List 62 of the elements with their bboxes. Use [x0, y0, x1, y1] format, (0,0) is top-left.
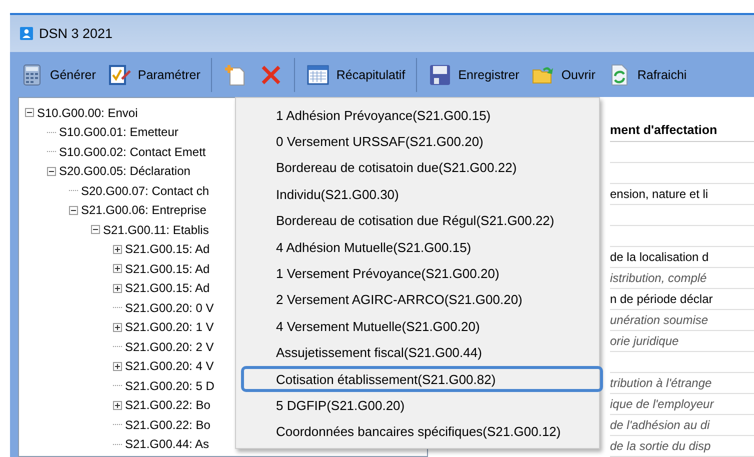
toolbar-button[interactable]: Récapitulatif: [302, 60, 410, 88]
table-cell: de la localisation d: [610, 247, 754, 268]
table-cell: n de période déclar: [610, 289, 754, 310]
collapse-icon[interactable]: [47, 166, 56, 176]
checklist-pen-icon: [108, 62, 132, 86]
toolbar-button[interactable]: Générer: [16, 60, 100, 88]
tree-item[interactable]: S20.G00.07: Contact ch: [81, 184, 210, 198]
expand-icon[interactable]: [113, 362, 122, 371]
menu-item[interactable]: Bordereau de cotisation due Régul(S21.G00.22): [236, 208, 599, 234]
menu-item[interactable]: 1 Adhésion Prévoyance(S21.G00.15): [236, 102, 599, 128]
menu-item[interactable]: 0 Versement URSSAF(S21.G00.20): [236, 128, 599, 155]
app-icon: [20, 27, 33, 40]
collapse-icon[interactable]: [25, 108, 34, 118]
tree-item[interactable]: S21.G00.20: 5 D: [125, 378, 214, 393]
table-cell: unération soumise: [610, 310, 754, 331]
tree-item[interactable]: S20.G00.05: Déclaration: [59, 164, 190, 178]
menu-item[interactable]: 4 Versement Mutuelle(S21.G00.20): [236, 313, 599, 340]
table-cell: orie juridique: [610, 331, 754, 352]
tree-item[interactable]: S21.G00.22: Bo: [125, 418, 210, 432]
menu-item[interactable]: 1 Versement Prévoyance(S21.G00.20): [236, 260, 599, 287]
toolbar-button[interactable]: Paramétrer: [104, 60, 204, 88]
menu-item[interactable]: 5 DGFIP(S21.G00.20): [236, 392, 599, 419]
table-cell: ique de l'employeur: [610, 394, 754, 415]
menu-item[interactable]: 2 Versement AGIRC-ARRCO(S21.G00.20): [236, 286, 599, 314]
menu-item[interactable]: Individu(S21.G00.30): [236, 181, 599, 208]
table-cell: istribution, complé: [610, 268, 754, 289]
tree-item[interactable]: S21.G00.20: 0 V: [125, 300, 214, 315]
tree-item[interactable]: S21.G00.11: Etablis: [103, 222, 209, 237]
column-header: ment d'affectation: [610, 119, 754, 142]
menu-item[interactable]: Cotisation établissement(S21.G00.82): [241, 366, 603, 392]
tree-item[interactable]: S21.G00.22: Bo: [125, 398, 210, 412]
tree-item[interactable]: S21.G00.06: Entreprise: [81, 203, 206, 218]
tree-item[interactable]: S21.G00.20: 4 V: [125, 359, 214, 374]
menu-item[interactable]: Assujetissement fiscal(S21.G00.44): [236, 340, 599, 366]
toolbar-button[interactable]: Ouvrir: [527, 60, 600, 88]
tree-item[interactable]: S21.G00.20: 1 V: [125, 320, 214, 334]
expand-icon[interactable]: [113, 400, 122, 410]
tree-item[interactable]: S21.G00.15: Ad: [125, 281, 210, 296]
expand-icon[interactable]: [113, 284, 122, 293]
calendar-icon: [306, 62, 330, 86]
menu-item[interactable]: Coordonnées bancaires spécifiques(S21.G00.12): [236, 418, 599, 446]
collapse-icon[interactable]: [69, 206, 78, 215]
tree-item[interactable]: S21.G00.44: As: [125, 437, 210, 452]
table-cell: de l'adhésion au di: [610, 415, 754, 436]
tree-item[interactable]: S10.G00.01: Emetteur: [59, 125, 178, 140]
expand-icon[interactable]: [113, 264, 122, 274]
table-cell: ension, nature et li: [610, 184, 754, 205]
tree-item[interactable]: S21.G00.15: Ad: [125, 242, 210, 256]
tree-item[interactable]: S21.G00.20: 2 V: [125, 340, 214, 354]
expand-icon[interactable]: [113, 322, 122, 332]
window-title: DSN 3 2021: [39, 26, 113, 41]
table-cell: tribution à l'étrange: [610, 373, 754, 394]
tree-item[interactable]: S21.G00.15: Ad: [125, 262, 210, 276]
menu-item[interactable]: 4 Adhésion Mutuelle(S21.G00.15): [236, 234, 599, 260]
table-cell: de la sortie du disp: [610, 436, 754, 457]
collapse-icon[interactable]: [91, 225, 100, 234]
tree-item[interactable]: S10.G00.00: Envoi: [37, 106, 138, 120]
toolbar-button[interactable]: Rafraichi: [603, 60, 691, 88]
tree-item[interactable]: S10.G00.02: Contact Emett: [59, 144, 206, 159]
toolbar-button[interactable]: Enregistrer: [424, 60, 524, 88]
expand-icon[interactable]: [113, 244, 122, 254]
menu-item[interactable]: Bordereau de cotisatoin due(S21.G00.22): [236, 154, 599, 182]
